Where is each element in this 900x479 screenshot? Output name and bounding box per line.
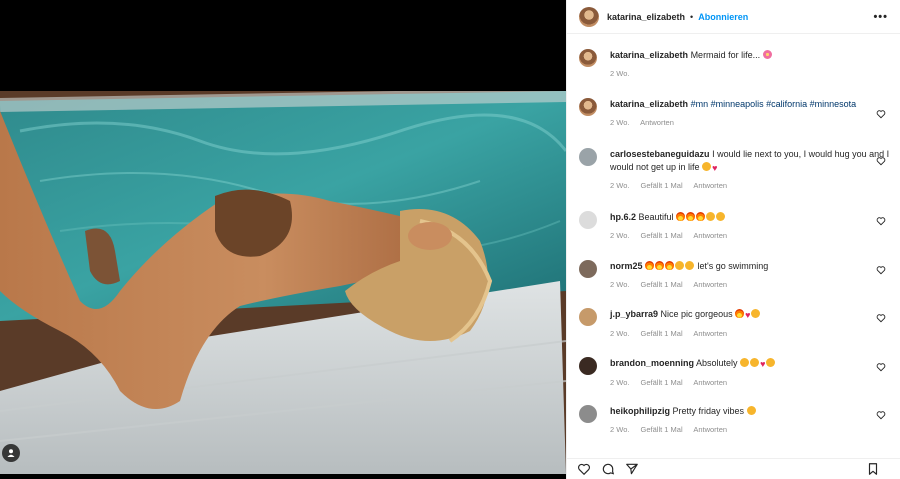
avatar[interactable] bbox=[579, 98, 597, 116]
fire-emoji-icon bbox=[686, 212, 696, 221]
action-bar bbox=[567, 458, 900, 479]
red-heart-emoji-icon: ♥ bbox=[760, 359, 766, 369]
heart-icon[interactable] bbox=[577, 462, 591, 476]
list-item: hp.6.2 Beautiful 2 Wo. Gefällt 1 Mal Ant… bbox=[579, 211, 890, 242]
comment-username[interactable]: norm25 bbox=[610, 261, 643, 271]
list-item: heikophilipzig Pretty friday vibes 2 Wo.… bbox=[579, 405, 890, 436]
bookmark-icon[interactable] bbox=[866, 462, 880, 476]
list-item: katarina_elizabeth #mn #minneapolis #cal… bbox=[579, 98, 890, 129]
fire-emoji-icon bbox=[655, 261, 665, 270]
comments-sidebar: katarina_elizabeth • Abonnieren ••• kata… bbox=[566, 0, 900, 479]
heart-icon[interactable] bbox=[876, 265, 886, 275]
red-heart-emoji-icon: ♥ bbox=[712, 162, 718, 173]
list-item: brandon_moenning Absolutely ♥ 2 Wo. Gefä… bbox=[579, 357, 890, 389]
reply-button[interactable]: Antworten bbox=[693, 329, 727, 338]
header-separator: • bbox=[690, 11, 694, 22]
list-item: katarina_elizabeth Mermaid for life... 2… bbox=[579, 49, 890, 80]
heart-icon[interactable] bbox=[876, 109, 886, 119]
face-emoji-icon bbox=[702, 161, 712, 171]
comment-text: Nice pic gorgeous bbox=[660, 309, 733, 319]
comment-time[interactable]: 2 Wo. bbox=[610, 231, 629, 240]
reply-button[interactable]: Antworten bbox=[693, 231, 727, 240]
avatar[interactable] bbox=[579, 49, 597, 67]
comment-username[interactable]: hp.6.2 bbox=[610, 212, 636, 222]
likes-count[interactable]: Gefällt 1 Mal bbox=[641, 231, 683, 240]
reply-button[interactable]: Antworten bbox=[693, 280, 727, 289]
comment-time[interactable]: 2 Wo. bbox=[610, 425, 629, 434]
post-header: katarina_elizabeth • Abonnieren ••• bbox=[567, 0, 900, 34]
face-emoji-icon bbox=[675, 261, 685, 270]
list-item: j.p_ybarra9 Nice pic gorgeous ♥ 2 Wo. Ge… bbox=[579, 308, 890, 340]
header-username[interactable]: katarina_elizabeth bbox=[607, 12, 685, 22]
likes-count[interactable]: Gefällt 1 Mal bbox=[641, 280, 683, 289]
comment-username[interactable]: katarina_elizabeth bbox=[610, 99, 688, 109]
fire-emoji-icon bbox=[735, 309, 745, 318]
avatar[interactable] bbox=[579, 6, 599, 27]
face-emoji-icon bbox=[740, 358, 750, 367]
face-emoji-icon bbox=[766, 358, 776, 367]
comment-text: Pretty friday vibes bbox=[672, 406, 745, 416]
face-emoji-icon bbox=[750, 358, 760, 367]
comment-username[interactable]: j.p_ybarra9 bbox=[610, 309, 658, 319]
reply-button[interactable]: Antworten bbox=[693, 181, 727, 190]
comment-time[interactable]: 2 Wo. bbox=[610, 181, 629, 190]
more-options-icon[interactable]: ••• bbox=[873, 11, 888, 23]
reply-button[interactable]: Antworten bbox=[693, 378, 727, 387]
list-item: norm25 let's go swimming 2 Wo. Gefällt 1… bbox=[579, 260, 890, 291]
post-viewer: katarina_elizabeth • Abonnieren ••• kata… bbox=[0, 0, 900, 479]
photo-illustration bbox=[0, 91, 566, 474]
comment-username[interactable]: heikophilipzig bbox=[610, 406, 670, 416]
likes-count[interactable]: Gefällt 1 Mal bbox=[641, 425, 683, 434]
comment-time[interactable]: 2 Wo. bbox=[610, 69, 629, 78]
user-tag-icon[interactable] bbox=[2, 444, 20, 462]
comment-time[interactable]: 2 Wo. bbox=[610, 118, 629, 127]
comments-list: katarina_elizabeth Mermaid for life... 2… bbox=[567, 34, 900, 458]
likes-count[interactable]: Gefällt 1 Mal bbox=[641, 329, 683, 338]
follow-button[interactable]: Abonnieren bbox=[698, 12, 748, 22]
comment-hashtags[interactable]: #mn #minneapolis #california #minnesota bbox=[691, 99, 857, 109]
comment-username[interactable]: katarina_elizabeth bbox=[610, 50, 688, 60]
likes-count[interactable]: Gefällt 1 Mal bbox=[641, 378, 683, 387]
share-icon[interactable] bbox=[625, 462, 639, 476]
avatar[interactable] bbox=[579, 260, 597, 278]
comment-text: Absolutely bbox=[696, 358, 738, 368]
fire-emoji-icon bbox=[696, 212, 706, 221]
heart-icon[interactable] bbox=[876, 156, 886, 166]
face-emoji-icon bbox=[685, 261, 695, 270]
likes-count[interactable]: Gefällt 1 Mal bbox=[641, 181, 683, 190]
face-emoji-icon bbox=[706, 212, 716, 221]
fire-emoji-icon bbox=[665, 261, 675, 270]
avatar[interactable] bbox=[579, 148, 597, 166]
heart-icon[interactable] bbox=[876, 362, 886, 372]
comment-username[interactable]: carlosestebaneguidazu bbox=[610, 149, 710, 159]
comment-time[interactable]: 2 Wo. bbox=[610, 378, 629, 387]
face-emoji-icon bbox=[751, 309, 761, 318]
heart-icon[interactable] bbox=[876, 216, 886, 226]
comment-time[interactable]: 2 Wo. bbox=[610, 329, 629, 338]
fire-emoji-icon bbox=[645, 261, 655, 270]
avatar[interactable] bbox=[579, 357, 597, 375]
comment-text: let's go swimming bbox=[697, 261, 769, 271]
reply-button[interactable]: Antworten bbox=[640, 118, 674, 127]
face-emoji-icon bbox=[746, 406, 756, 415]
list-item: carlosestebaneguidazu I would lie next t… bbox=[579, 148, 890, 193]
avatar[interactable] bbox=[579, 308, 597, 326]
avatar[interactable] bbox=[579, 211, 597, 229]
post-photo[interactable] bbox=[0, 91, 566, 474]
heart-icon[interactable] bbox=[876, 313, 886, 323]
comment-icon[interactable] bbox=[601, 462, 615, 476]
reply-button[interactable]: Antworten bbox=[693, 425, 727, 434]
comment-time[interactable]: 2 Wo. bbox=[610, 280, 629, 289]
red-heart-emoji-icon: ♥ bbox=[745, 310, 751, 320]
flower-emoji-icon bbox=[762, 50, 772, 59]
post-media bbox=[0, 0, 566, 479]
fire-emoji-icon bbox=[676, 212, 686, 221]
face-emoji-icon bbox=[716, 212, 726, 221]
comment-username[interactable]: brandon_moenning bbox=[610, 358, 694, 368]
heart-icon[interactable] bbox=[876, 410, 886, 420]
avatar[interactable] bbox=[579, 405, 597, 423]
comment-text: Mermaid for life... bbox=[690, 50, 761, 60]
comment-text: Beautiful bbox=[638, 212, 674, 222]
